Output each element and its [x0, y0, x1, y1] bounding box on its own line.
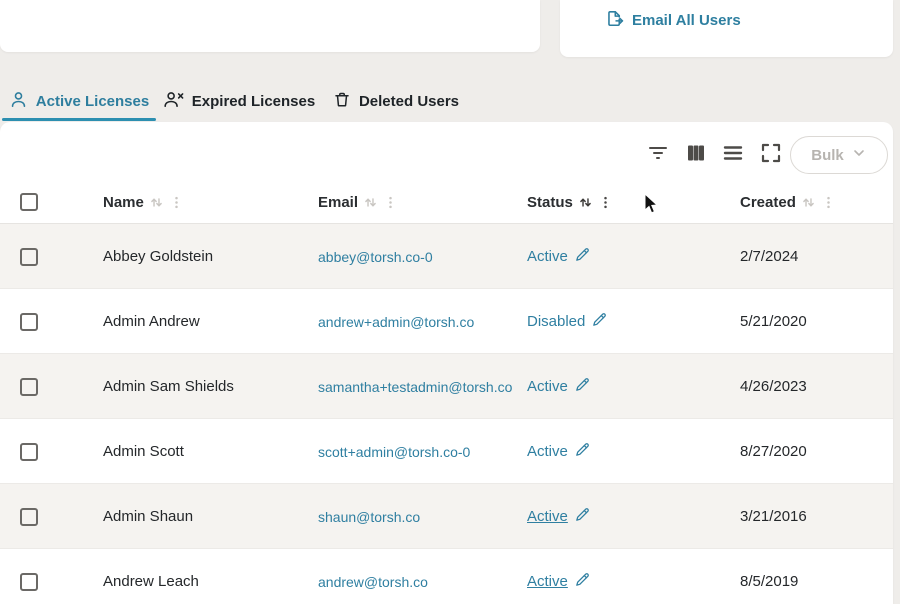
status-link[interactable]: Active — [527, 246, 591, 267]
column-menu-icon[interactable] — [169, 194, 184, 211]
status-link[interactable]: Active — [527, 571, 591, 592]
email-link[interactable]: samantha+testadmin@torsh.co — [318, 379, 512, 395]
cell-name: Admin Shaun — [103, 484, 193, 549]
email-all-users-button[interactable]: Email All Users — [605, 9, 741, 32]
pencil-edit-icon[interactable] — [591, 311, 608, 332]
tab-bar: Active Licenses Expired Licenses Deleted… — [0, 86, 900, 119]
table-row[interactable]: Admin Shaun shaun@torsh.co Active 3/21/2… — [0, 484, 893, 549]
density-icon[interactable] — [721, 141, 745, 165]
user-x-icon — [163, 90, 184, 113]
table-row[interactable]: Andrew Leach andrew@torsh.co Active 8/5/… — [0, 549, 893, 604]
tab-label: Deleted Users — [359, 93, 459, 110]
cell-created: 4/26/2023 — [740, 354, 807, 419]
cell-email: andrew@torsh.co — [318, 549, 428, 604]
pencil-edit-icon[interactable] — [574, 376, 591, 397]
pencil-edit-icon[interactable] — [574, 571, 591, 592]
status-link[interactable]: Active — [527, 376, 591, 397]
cell-status: Active — [527, 419, 591, 484]
row-checkbox[interactable] — [20, 313, 38, 331]
columns-icon[interactable] — [684, 141, 708, 165]
pencil-edit-icon[interactable] — [574, 506, 591, 527]
cell-status: Active — [527, 224, 591, 289]
table-body: Abbey Goldstein abbey@torsh.co-0 Active … — [0, 224, 893, 604]
email-link[interactable]: andrew@torsh.co — [318, 574, 428, 590]
column-menu-icon[interactable] — [598, 194, 613, 211]
fullscreen-icon[interactable] — [759, 141, 783, 165]
filter-icon[interactable] — [646, 141, 670, 165]
top-right-card: Email All Users — [560, 0, 893, 57]
table-row[interactable]: Abbey Goldstein abbey@torsh.co-0 Active … — [0, 224, 893, 289]
column-label: Email — [318, 194, 358, 211]
cell-email: abbey@torsh.co-0 — [318, 224, 433, 289]
tab-active-licenses[interactable]: Active Licenses — [2, 86, 156, 116]
sort-icon[interactable] — [362, 194, 379, 211]
column-menu-icon[interactable] — [383, 194, 398, 211]
table-toolbar: Bulk — [0, 122, 893, 180]
top-left-card — [0, 0, 540, 52]
cell-name: Abbey Goldstein — [103, 224, 213, 289]
cell-status: Active — [527, 549, 591, 604]
column-menu-icon[interactable] — [821, 194, 836, 211]
column-header-status[interactable]: Status — [527, 180, 613, 224]
cell-status: Active — [527, 354, 591, 419]
cell-name: Admin Sam Shields — [103, 354, 234, 419]
cell-name: Admin Scott — [103, 419, 184, 484]
cell-created: 3/21/2016 — [740, 484, 807, 549]
cell-created: 8/5/2019 — [740, 549, 798, 604]
sort-icon[interactable] — [577, 194, 594, 211]
cell-name: Admin Andrew — [103, 289, 200, 354]
row-checkbox[interactable] — [20, 378, 38, 396]
row-checkbox[interactable] — [20, 508, 38, 526]
users-table-card: Bulk Name Email Status Created — [0, 122, 893, 604]
status-link[interactable]: Disabled — [527, 311, 608, 332]
pencil-edit-icon[interactable] — [574, 441, 591, 462]
cell-name: Andrew Leach — [103, 549, 199, 604]
user-icon — [9, 90, 28, 113]
cell-status: Active — [527, 484, 591, 549]
bulk-button-label: Bulk — [811, 147, 844, 164]
row-checkbox[interactable] — [20, 248, 38, 266]
column-label: Name — [103, 194, 144, 211]
tab-label: Active Licenses — [36, 93, 149, 110]
email-link[interactable]: shaun@torsh.co — [318, 509, 420, 525]
chevron-down-icon — [851, 145, 867, 165]
email-all-users-label: Email All Users — [632, 12, 741, 29]
cell-email: samantha+testadmin@torsh.co — [318, 354, 512, 419]
column-label: Created — [740, 194, 796, 211]
email-link[interactable]: scott+admin@torsh.co-0 — [318, 444, 470, 460]
table-row[interactable]: Admin Sam Shields samantha+testadmin@tor… — [0, 354, 893, 419]
table-row[interactable]: Admin Andrew andrew+admin@torsh.co Disab… — [0, 289, 893, 354]
status-link[interactable]: Active — [527, 506, 591, 527]
email-link[interactable]: abbey@torsh.co-0 — [318, 249, 433, 265]
column-label: Status — [527, 194, 573, 211]
tab-expired-licenses[interactable]: Expired Licenses — [158, 86, 320, 116]
sort-icon[interactable] — [800, 194, 817, 211]
tab-label: Expired Licenses — [192, 93, 315, 110]
cell-email: shaun@torsh.co — [318, 484, 420, 549]
status-link[interactable]: Active — [527, 441, 591, 462]
column-header-created[interactable]: Created — [740, 180, 836, 224]
sort-icon[interactable] — [148, 194, 165, 211]
select-all-checkbox[interactable] — [20, 193, 38, 211]
cell-email: scott+admin@torsh.co-0 — [318, 419, 470, 484]
table-row[interactable]: Admin Scott scott+admin@torsh.co-0 Activ… — [0, 419, 893, 484]
cell-created: 5/21/2020 — [740, 289, 807, 354]
column-header-email[interactable]: Email — [318, 180, 398, 224]
cell-email: andrew+admin@torsh.co — [318, 289, 474, 354]
row-checkbox[interactable] — [20, 443, 38, 461]
column-header-name[interactable]: Name — [103, 180, 184, 224]
cell-status: Disabled — [527, 289, 608, 354]
pencil-edit-icon[interactable] — [574, 246, 591, 267]
trash-icon — [333, 90, 351, 113]
cell-created: 2/7/2024 — [740, 224, 798, 289]
table-header-row: Name Email Status Created — [0, 180, 893, 224]
bulk-actions-button[interactable]: Bulk — [790, 136, 888, 174]
tab-deleted-users[interactable]: Deleted Users — [324, 86, 468, 116]
cell-created: 8/27/2020 — [740, 419, 807, 484]
email-link[interactable]: andrew+admin@torsh.co — [318, 314, 474, 330]
email-export-icon — [605, 9, 624, 32]
row-checkbox[interactable] — [20, 573, 38, 591]
